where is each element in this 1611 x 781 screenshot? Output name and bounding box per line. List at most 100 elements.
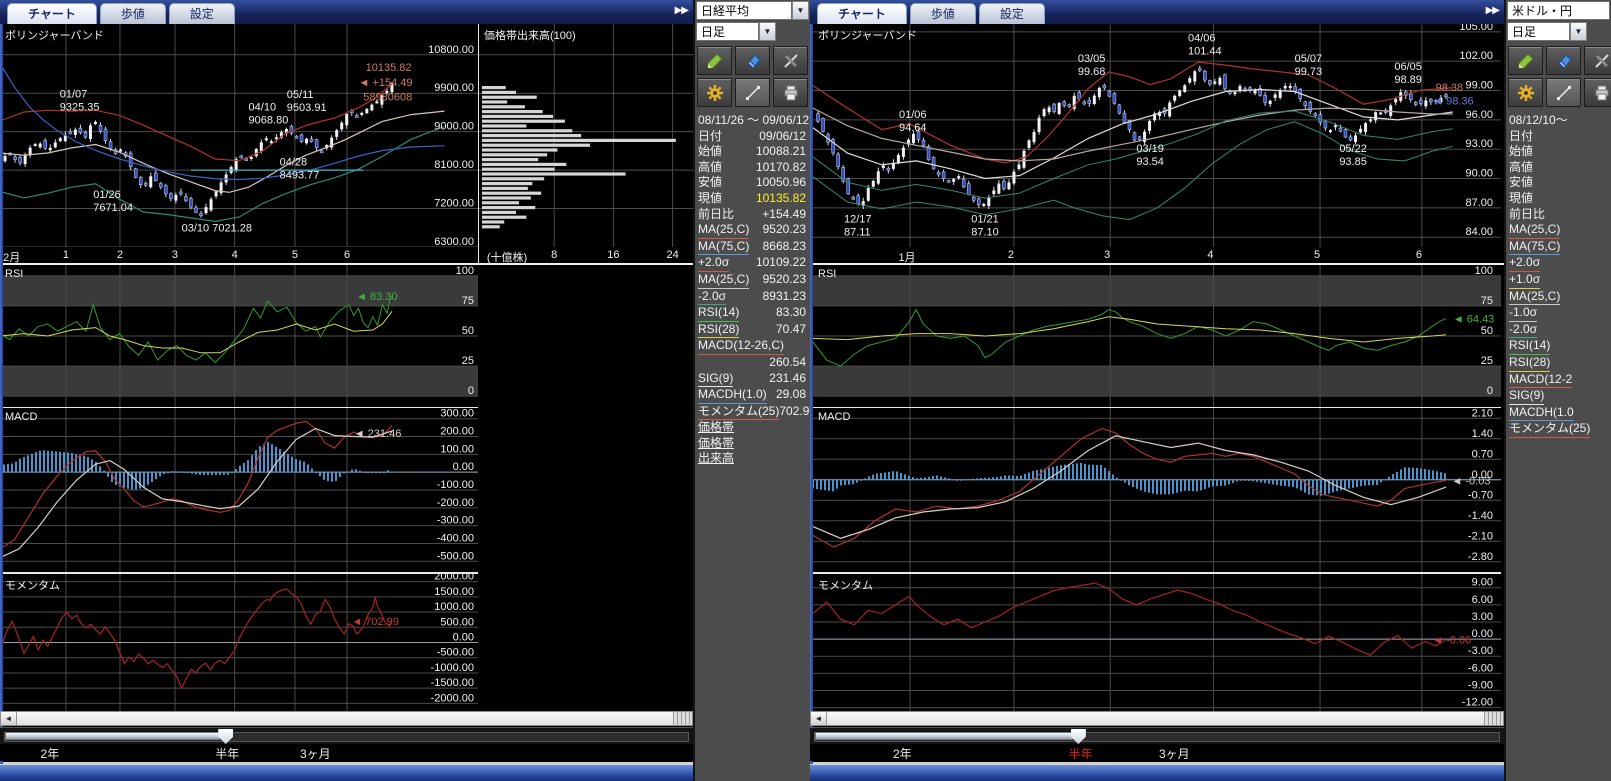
svg-text:-2.10: -2.10 [1468, 530, 1493, 542]
tab-chart-left[interactable]: チャート [7, 3, 97, 24]
left-horizontal-scrollbar[interactable]: ◄ [0, 711, 693, 726]
scroll-left-icon[interactable]: ◄ [811, 712, 827, 725]
data-link-row[interactable]: 価格帯 [695, 436, 810, 452]
svg-text:50: 50 [462, 325, 474, 337]
x-axis-tick: 3 [1104, 249, 1110, 261]
tab-ticks-right[interactable]: 歩値 [910, 3, 976, 24]
svg-text:75: 75 [462, 295, 474, 307]
macd-chart-usdjpy[interactable]: MACD 2.101.400.700.00-0.70-1.40-2.10-2.8… [813, 408, 1501, 572]
printer-icon[interactable] [1584, 78, 1611, 107]
chevron-down-icon[interactable]: ▼ [1570, 22, 1587, 41]
svg-text:10135.82: 10135.82 [366, 62, 412, 74]
l_vol-svg [479, 24, 693, 247]
volume-profile-chart[interactable]: 価格帯出来高(100) [479, 24, 693, 247]
usdjpy-chart-section: チャート 歩値 設定 ▶▶ ボリンジャーバンド 105.00102.0099.0… [810, 0, 1504, 781]
svg-text:04/109068.80: 04/109068.80 [249, 101, 289, 126]
svg-text:-2000.00: -2000.00 [431, 692, 474, 704]
gear-icon[interactable] [697, 78, 732, 107]
eraser-icon[interactable] [1546, 46, 1581, 75]
price-chart-nikkei[interactable]: ボリンジャーバンド 10800.009900.009000.008100.007… [0, 24, 478, 247]
tab-settings-right[interactable]: 設定 [979, 3, 1045, 24]
range-button-2年[interactable]: 2年 [41, 745, 60, 762]
gear-icon[interactable] [1508, 78, 1543, 107]
scrollbar-grip[interactable] [673, 712, 692, 725]
scrollbar-grip[interactable] [1484, 712, 1503, 725]
svg-text:9.00: 9.00 [1472, 577, 1493, 589]
data-row: +2.0σ [1506, 255, 1611, 272]
data-link-row[interactable]: 出来高 [695, 451, 810, 467]
date-range: 08/12/10～ [1506, 113, 1611, 129]
svg-text:-12.00: -12.00 [1462, 697, 1493, 709]
svg-text:0.70: 0.70 [1472, 448, 1493, 460]
fast-forward-icon[interactable]: ▶▶ [675, 5, 688, 16]
range-button-2年[interactable]: 2年 [893, 745, 912, 762]
rsi-chart-nikkei[interactable]: RSI 1007550250◄ 83.30 [0, 265, 478, 407]
svg-text:6.00: 6.00 [1472, 594, 1493, 606]
l_price-svg: 10800.009900.009000.008100.007200.006300… [0, 24, 478, 247]
left-range-slider[interactable] [0, 727, 693, 745]
pencil-icon[interactable] [697, 46, 732, 75]
scroll-left-icon[interactable]: ◄ [1, 712, 17, 725]
right-horizontal-scrollbar[interactable]: ◄ [810, 711, 1504, 726]
line-delete-icon[interactable] [1584, 46, 1611, 75]
pencil-icon[interactable] [1508, 46, 1543, 75]
price-chart-usdjpy[interactable]: ボリンジャーバンド 105.00102.0099.0096.0093.0090.… [813, 24, 1501, 247]
data-row: 日付09/06/12 [695, 129, 810, 145]
trendline-icon[interactable] [735, 78, 770, 107]
svg-text:0: 0 [468, 385, 474, 397]
range-button-半年[interactable]: 半年 [215, 745, 239, 762]
trendline-icon[interactable] [1546, 78, 1581, 107]
symbol-combobox[interactable]: 米ドル・円 [1507, 1, 1610, 20]
scrollbar-track[interactable] [827, 712, 1484, 725]
eraser-icon[interactable] [735, 46, 770, 75]
period-combobox[interactable]: 日足 ▼ [696, 22, 776, 41]
panel-divider [810, 407, 1501, 408]
data-row: MA(75,C)8668.23 [695, 239, 810, 256]
fast-forward-icon[interactable]: ▶▶ [1486, 5, 1499, 16]
momentum-chart-nikkei[interactable]: モメンタム 2000.001500.001000.00500.000.00-50… [0, 574, 478, 711]
tab-chart-right[interactable]: チャート [817, 3, 907, 24]
period-value: 日足 [696, 22, 759, 41]
macd-chart-nikkei[interactable]: MACD 300.00200.00100.000.00-100.00-200.0… [0, 408, 478, 572]
left-range-labels: 2年 半年 3ヶ月 [0, 744, 693, 761]
period-value: 日足 [1507, 22, 1570, 41]
chevron-down-icon[interactable]: ▼ [792, 1, 809, 20]
svg-text:-300.00: -300.00 [437, 515, 474, 527]
printer-icon[interactable] [773, 78, 808, 107]
svg-text:-400.00: -400.00 [437, 532, 474, 544]
symbol-combobox[interactable]: 日経平均 ▼ [696, 1, 809, 20]
range-button-3ヶ月[interactable]: 3ヶ月 [1159, 745, 1190, 762]
momentum-chart-usdjpy[interactable]: モメンタム 9.006.003.000.00-3.00-6.00-9.00-12… [813, 574, 1501, 711]
svg-text:12/1787.11: 12/1787.11 [844, 214, 872, 239]
range-button-半年[interactable]: 半年 [1069, 745, 1093, 762]
chart-divider [478, 24, 479, 265]
data-link-row[interactable]: 価格帯 [695, 420, 810, 436]
volume-axis-tick: 24 [666, 249, 678, 261]
volume-profile-label: 価格帯出来高(100) [484, 27, 576, 43]
svg-text:01/2187.10: 01/2187.10 [971, 214, 999, 239]
right-range-slider[interactable] [810, 727, 1504, 745]
period-combobox[interactable]: 日足 ▼ [1507, 22, 1587, 41]
r_macd-svg: 2.101.400.700.00-0.70-1.40-2.10-2.80◄ -0… [813, 408, 1501, 572]
panel-divider [0, 572, 478, 574]
tab-ticks-left[interactable]: 歩値 [100, 3, 166, 24]
rsi-chart-usdjpy[interactable]: RSI 1007550250◄ 64.43 [813, 265, 1501, 407]
line-delete-icon[interactable] [773, 46, 808, 75]
range-button-3ヶ月[interactable]: 3ヶ月 [300, 745, 331, 762]
tab-settings-left[interactable]: 設定 [169, 3, 235, 24]
chevron-down-icon[interactable]: ▼ [759, 22, 776, 41]
data-row: -1.0σ [1506, 305, 1611, 322]
svg-text:0.00: 0.00 [1472, 628, 1493, 640]
left-tab-bar: チャート 歩値 設定 ▶▶ [0, 0, 693, 24]
tab-chart-label: チャート [28, 7, 76, 21]
date-range: 08/11/26 ～ 09/06/12 [695, 113, 810, 129]
momentum-label: モメンタム [818, 577, 873, 593]
svg-text:0: 0 [1487, 385, 1493, 397]
usdjpy-data-panel: 米ドル・円 日足 ▼ 08/12/10～ 日付始値高値安値現値前日比MA(25,… [1504, 0, 1611, 781]
scrollbar-track[interactable] [17, 712, 673, 725]
volume-unit-label: (十億株) [487, 249, 527, 265]
svg-text:0.00: 0.00 [453, 632, 474, 644]
x-axis-tick: 6 [344, 249, 350, 261]
data-row: SIG(9) [1506, 388, 1611, 405]
r_rsi-svg: 1007550250◄ 64.43 [813, 265, 1501, 407]
